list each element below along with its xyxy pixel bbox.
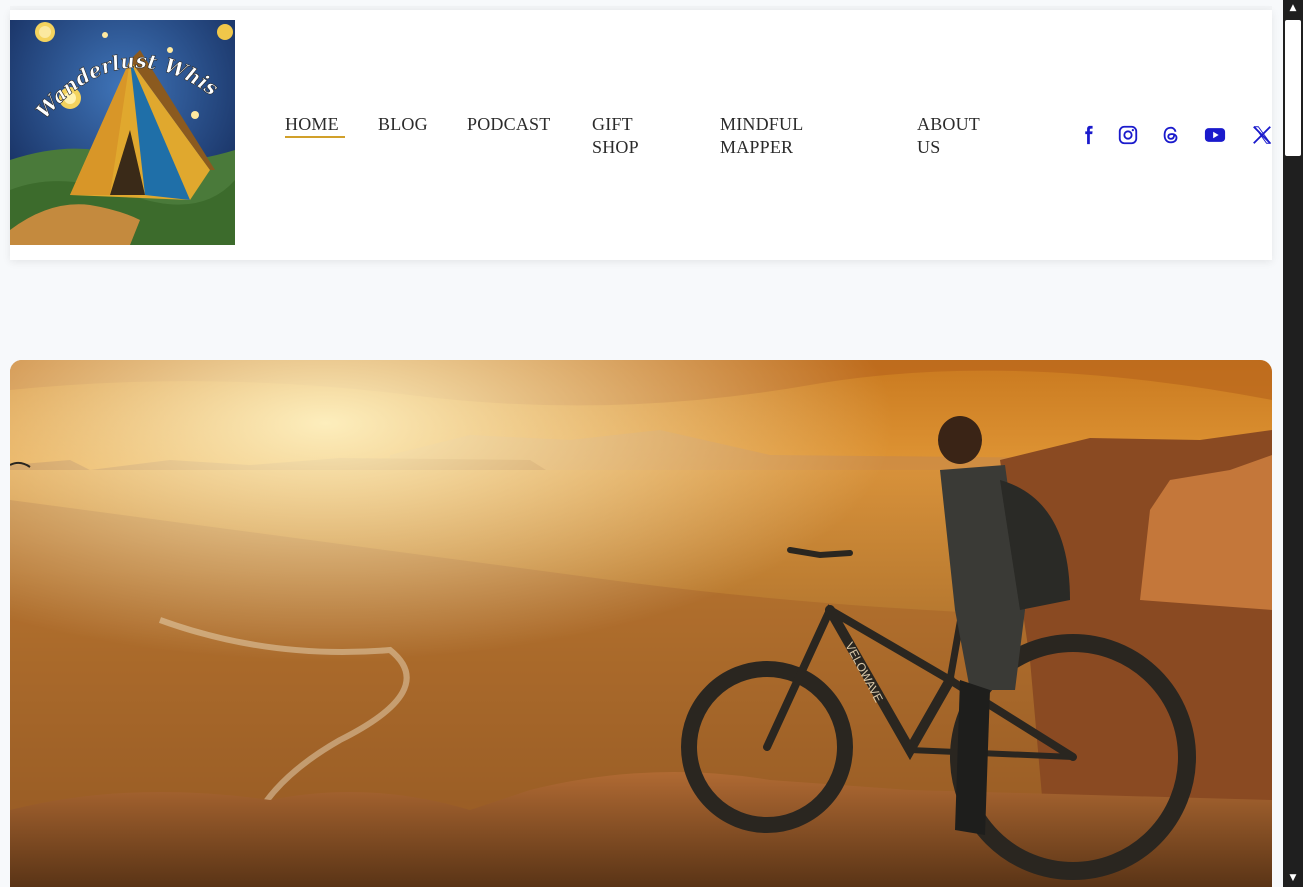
nav-item-about-us[interactable]: ABOUT US: [917, 113, 997, 159]
page-scrollbar[interactable]: ▲ ▼: [1283, 0, 1303, 887]
site-header: Wanderlust Whispers HOME BLOG PODCAST GI…: [10, 10, 1272, 260]
nav-item-podcast[interactable]: PODCAST: [467, 113, 567, 136]
hero-canyon-bike-scene: VELOWAVE: [10, 360, 1272, 887]
scroll-thumb[interactable]: [1285, 20, 1301, 156]
youtube-icon[interactable]: [1203, 124, 1227, 146]
nav-item-home[interactable]: HOME: [285, 113, 345, 138]
nav-item-gift-shop[interactable]: GIFT SHOP: [592, 113, 652, 159]
threads-icon[interactable]: [1160, 124, 1182, 146]
hero-image: VELOWAVE: [10, 360, 1272, 887]
nav-item-mindful-mapper[interactable]: MINDFUL MAPPER: [720, 113, 830, 159]
facebook-icon[interactable]: [1077, 124, 1099, 146]
x-icon[interactable]: [1251, 124, 1273, 146]
scroll-up-arrow-icon[interactable]: ▲: [1283, 0, 1303, 17]
nav-item-blog[interactable]: BLOG: [378, 113, 438, 136]
logo-tent-painting: Wanderlust Whispers: [10, 20, 235, 245]
instagram-icon[interactable]: [1117, 124, 1139, 146]
scroll-down-arrow-icon[interactable]: ▼: [1283, 870, 1303, 887]
site-logo[interactable]: Wanderlust Whispers: [10, 20, 235, 245]
